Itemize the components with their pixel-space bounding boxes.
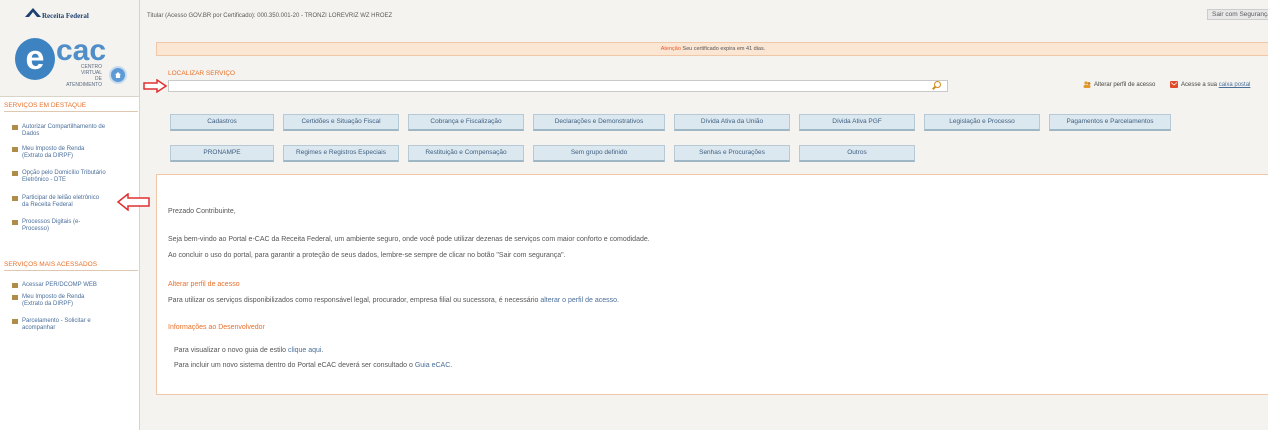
sidebar-item-dte[interactable]: Opção pelo Domicílio Tributário Eletrônic…: [12, 170, 132, 184]
welcome-panel: Prezado Contribuinte, Seja bem-vindo ao …: [156, 174, 1268, 395]
red-arrow-left-annotation: [117, 193, 150, 211]
category-pagamentos[interactable]: Pagamentos e Parcelamentos: [1049, 114, 1171, 131]
service-icon: [12, 295, 18, 300]
category-cadastros[interactable]: Cadastros: [170, 114, 274, 131]
category-sem-grupo[interactable]: Sem grupo definido: [533, 145, 665, 162]
category-outros[interactable]: Outros: [799, 145, 915, 162]
sidebar-item-parcelamento[interactable]: Parcelamento - Solicitar e acompanhar: [12, 318, 132, 332]
category-pronampe[interactable]: PRONAMPE: [170, 145, 274, 162]
logo-area: Receita Federal e cac CENTRO VIRTUAL DE A…: [0, 0, 139, 97]
category-restituicao[interactable]: Restituição e Compensação: [408, 145, 524, 162]
sidebar-item-imposto-renda-2[interactable]: Meu Imposto de Renda (Extrato da DIRPF): [12, 294, 132, 308]
sair-button[interactable]: Sair com Segurança: [1207, 9, 1268, 20]
ecac-subtitle: CENTRO VIRTUAL DE ATENDIMENTO: [66, 64, 102, 88]
red-arrow-right-annotation: [143, 79, 167, 93]
alterar-perfil-heading: Alterar perfil de acesso: [168, 281, 240, 288]
sidebar-item-perdcomp[interactable]: Acessar PER/DCOMP WEB: [12, 282, 132, 289]
sidebar-item-autorizar[interactable]: Autorizar Compartilhamento de Dados: [12, 124, 132, 138]
search-label: LOCALIZAR SERVIÇO: [168, 70, 236, 77]
welcome-paragraph: Seja bem-vindo ao Portal e-CAC da Receit…: [168, 236, 650, 243]
service-icon: [12, 196, 18, 201]
category-certidoes[interactable]: Certidões e Situação Fiscal: [283, 114, 399, 131]
search-input[interactable]: [168, 80, 948, 92]
category-legislacao[interactable]: Legislação e Processo: [924, 114, 1040, 131]
greeting: Prezado Contribuinte,: [168, 208, 236, 215]
service-icon: [12, 319, 18, 324]
ecac-logo-cac: cac: [56, 34, 107, 67]
receita-federal-logo-icon: [25, 8, 41, 17]
category-declaracoes[interactable]: Declarações e Demonstrativos: [533, 114, 665, 131]
service-icon: [12, 220, 18, 225]
clique-aqui-link[interactable]: clique aqui: [288, 347, 321, 354]
guia-paragraph: Para incluir um novo sistema dentro do P…: [174, 362, 453, 369]
people-icon: [1083, 81, 1091, 88]
sidebar-item-leilao[interactable]: Participar de leilão eletrônico da Receit…: [12, 195, 132, 209]
search-icon[interactable]: [934, 81, 941, 88]
category-cobranca[interactable]: Cobrança e Fiscalização: [408, 114, 524, 131]
category-divida-pgf[interactable]: Dívida Ativa PGF: [799, 114, 915, 131]
caixa-postal-link[interactable]: caixa postal: [1219, 82, 1251, 88]
certificate-warning: Atenção Seu certificado expira em 41 dia…: [156, 42, 1268, 56]
acessados-title: SERVIÇOS MAIS ACESSADOS: [4, 261, 138, 271]
account-holder: Titular (Acesso GOV.BR por Certificado):…: [147, 13, 393, 19]
service-categories: Cadastros Certidões e Situação Fiscal Co…: [156, 107, 1268, 167]
style-guide-paragraph: Para visualizar o novo guia de estilo cl…: [174, 347, 324, 354]
sidebar-item-processos[interactable]: Processos Digitais (e- Processo): [12, 219, 132, 233]
home-icon[interactable]: [109, 66, 127, 84]
developer-heading: Informações ao Desenvolvedor: [168, 324, 265, 331]
service-icon: [12, 147, 18, 152]
service-icon: [12, 283, 18, 288]
category-senhas[interactable]: Senhas e Procurações: [674, 145, 790, 162]
alterar-perfil-button[interactable]: Alterar perfil de acesso: [1083, 81, 1155, 88]
category-divida-uniao[interactable]: Dívida Ativa da União: [674, 114, 790, 131]
sidebar-item-imposto-renda[interactable]: Meu Imposto de Renda (Extrato da DIRPF): [12, 146, 132, 160]
security-paragraph: Ao concluir o uso do portal, para garant…: [168, 252, 566, 259]
sidebar: Receita Federal e cac CENTRO VIRTUAL DE A…: [0, 0, 140, 430]
caixa-postal-button[interactable]: Acesse a sua caixa postal: [1170, 81, 1250, 88]
alterar-perfil-paragraph: Para utilizar os serviços disponibilizad…: [168, 297, 619, 304]
alterar-perfil-link[interactable]: alterar o perfil de acesso: [540, 297, 617, 304]
category-regimes[interactable]: Regimes e Registros Especiais: [283, 145, 399, 162]
destaque-title: SERVIÇOS EM DESTAQUE: [4, 102, 138, 112]
receita-federal-label: Receita Federal: [42, 12, 89, 20]
ecac-logo-e: e: [15, 38, 55, 80]
service-icon: [12, 125, 18, 130]
guia-ecac-link[interactable]: Guia eCAC: [415, 362, 450, 369]
mail-icon: [1170, 81, 1178, 88]
service-icon: [12, 171, 18, 176]
